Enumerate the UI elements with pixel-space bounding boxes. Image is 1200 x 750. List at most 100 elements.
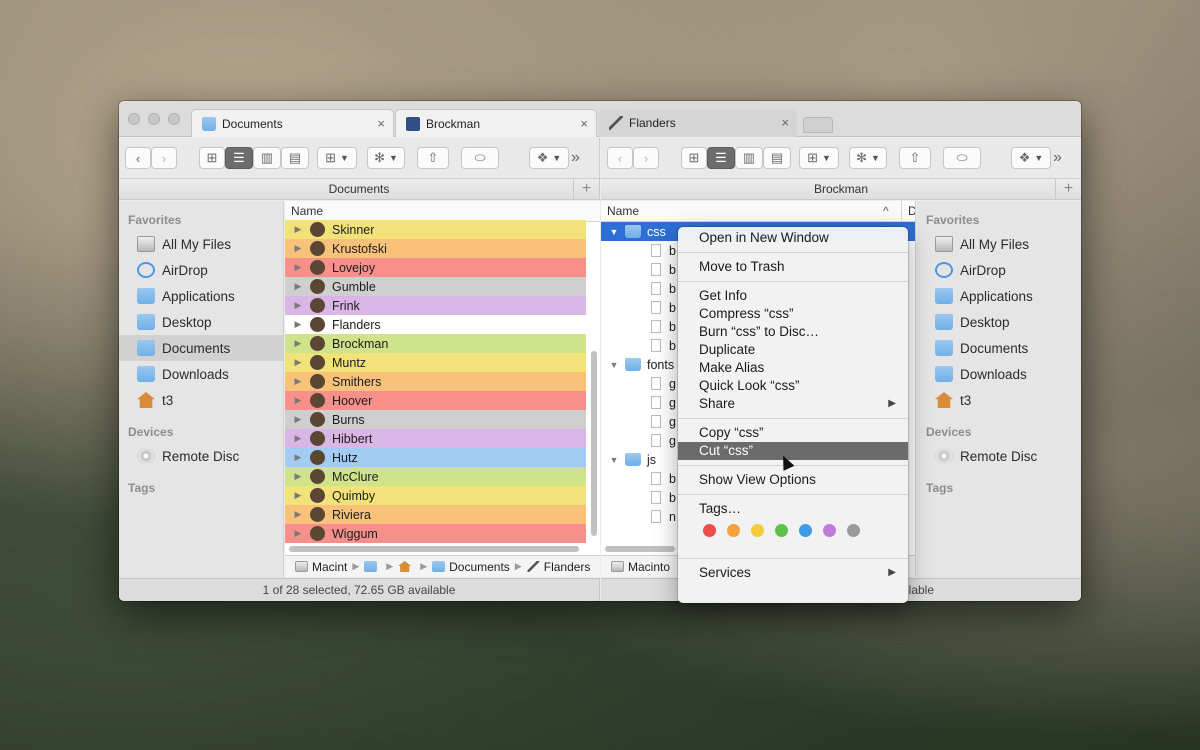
menu-item-open-new-window[interactable]: Open in New Window xyxy=(678,229,908,247)
folder-icon[interactable] xyxy=(364,561,378,572)
add-pane-button[interactable]: + xyxy=(573,179,599,200)
list-item[interactable]: ▶ Hibbert xyxy=(285,429,586,448)
sidebar-item-all-my-files[interactable]: All My Files xyxy=(917,231,1081,257)
sidebar-item-downloads[interactable]: Downloads xyxy=(119,361,283,387)
icon-view-button[interactable]: ⊞ xyxy=(681,147,707,169)
close-tab-icon[interactable]: × xyxy=(580,116,588,131)
disclosure-triangle-icon[interactable]: ▶ xyxy=(291,433,305,444)
sidebar-item-t3[interactable]: t3 xyxy=(119,387,283,413)
list-item[interactable]: ▶ McClure xyxy=(285,467,586,486)
name-column-header[interactable]: Name xyxy=(285,201,600,222)
action-button[interactable]: ✻ ▼ xyxy=(849,147,887,169)
disclosure-triangle-icon[interactable]: ▶ xyxy=(291,338,305,349)
disclosure-triangle-icon[interactable]: ▶ xyxy=(291,243,305,254)
disclosure-triangle-icon[interactable]: ▶ xyxy=(291,471,305,482)
menu-item-services[interactable]: Services ▶ xyxy=(678,564,908,582)
list-item[interactable]: ▶ Lovejoy xyxy=(285,258,586,277)
menu-item-duplicate[interactable]: Duplicate xyxy=(678,341,908,359)
list-view-button[interactable]: ☰ xyxy=(225,147,253,169)
breadcrumb-item[interactable]: Macinto xyxy=(628,560,670,574)
menu-item-burn[interactable]: Burn “css” to Disc… xyxy=(678,323,908,341)
breadcrumb-item[interactable]: Flanders xyxy=(544,560,591,574)
sidebar-item-documents[interactable]: Documents xyxy=(119,335,283,361)
tag-color-dot[interactable] xyxy=(799,523,812,537)
sidebar-item-downloads[interactable]: Downloads xyxy=(917,361,1081,387)
disclosure-triangle-icon[interactable]: ▶ xyxy=(291,414,305,425)
coverflow-view-button[interactable]: ▤ xyxy=(763,147,791,169)
close-window-button[interactable] xyxy=(128,113,140,125)
back-button[interactable]: ‹ xyxy=(607,147,633,169)
tag-button[interactable]: ⬭ xyxy=(943,147,981,169)
sidebar-item-airdrop[interactable]: AirDrop xyxy=(917,257,1081,283)
sidebar-item-remote-disc[interactable]: Remote Disc xyxy=(917,443,1081,469)
disclosure-triangle-icon[interactable]: ▼ xyxy=(607,227,621,237)
arrange-button[interactable]: ⊞ ▼ xyxy=(799,147,839,169)
disclosure-triangle-icon[interactable]: ▶ xyxy=(291,490,305,501)
list-item[interactable]: ▶ Smithers xyxy=(285,372,586,391)
icon-view-button[interactable]: ⊞ xyxy=(199,147,225,169)
sidebar-item-remote-disc[interactable]: Remote Disc xyxy=(119,443,283,469)
sidebar-item-applications[interactable]: Applications xyxy=(119,283,283,309)
list-item[interactable]: ▶ Gumble xyxy=(285,277,586,296)
home-icon[interactable] xyxy=(398,561,412,572)
tab-flanders[interactable]: Flanders × xyxy=(599,109,797,137)
sidebar-item-desktop[interactable]: Desktop xyxy=(119,309,283,335)
menu-item-get-info[interactable]: Get Info xyxy=(678,287,908,305)
menu-item-show-view-options[interactable]: Show View Options xyxy=(678,471,908,489)
list-item[interactable]: ▶ Brockman xyxy=(285,334,586,353)
tab-documents[interactable]: Documents × xyxy=(191,109,394,137)
disclosure-triangle-icon[interactable]: ▶ xyxy=(291,319,305,330)
close-tab-icon[interactable]: × xyxy=(377,116,385,131)
disclosure-triangle-icon[interactable]: ▼ xyxy=(607,455,621,465)
list-item[interactable]: ▶ Krustofski xyxy=(285,239,586,258)
new-tab-button[interactable] xyxy=(803,117,833,133)
list-item[interactable]: ▶ Burns xyxy=(285,410,586,429)
action-button[interactable]: ✻ ▼ xyxy=(367,147,405,169)
disclosure-triangle-icon[interactable]: ▶ xyxy=(291,395,305,406)
list-item[interactable]: ▶ Hoover xyxy=(285,391,586,410)
disclosure-triangle-icon[interactable]: ▶ xyxy=(291,509,305,520)
menu-item-share[interactable]: Share ▶ xyxy=(678,395,908,413)
disclosure-triangle-icon[interactable]: ▶ xyxy=(291,300,305,311)
menu-item-make-alias[interactable]: Make Alias xyxy=(678,359,908,377)
horizontal-scrollbar[interactable] xyxy=(289,546,579,552)
breadcrumb-item[interactable]: Macint xyxy=(312,560,347,574)
vertical-scrollbar[interactable] xyxy=(591,351,597,536)
sidebar-item-t3[interactable]: t3 xyxy=(917,387,1081,413)
share-button[interactable]: ⇧ xyxy=(417,147,449,169)
disclosure-triangle-icon[interactable]: ▶ xyxy=(291,357,305,368)
breadcrumb-item[interactable]: Documents xyxy=(449,560,510,574)
tag-color-dot[interactable] xyxy=(703,523,716,537)
name-column-header[interactable]: Name ^ D xyxy=(601,201,915,222)
tag-color-dot[interactable] xyxy=(751,523,764,537)
disclosure-triangle-icon[interactable]: ▶ xyxy=(291,262,305,273)
tag-color-dot[interactable] xyxy=(847,523,860,537)
forward-button[interactable]: › xyxy=(151,147,177,169)
back-button[interactable]: ‹ xyxy=(125,147,151,169)
menu-item-tags[interactable]: Tags… xyxy=(678,500,908,518)
list-item[interactable]: ▶ Hutz xyxy=(285,448,586,467)
sidebar-item-documents[interactable]: Documents xyxy=(917,335,1081,361)
column-view-button[interactable]: ▥ xyxy=(253,147,281,169)
list-item[interactable]: ▶ Skinner xyxy=(285,220,586,239)
disclosure-triangle-icon[interactable]: ▶ xyxy=(291,452,305,463)
column-view-button[interactable]: ▥ xyxy=(735,147,763,169)
share-button[interactable]: ⇧ xyxy=(899,147,931,169)
disclosure-triangle-icon[interactable]: ▶ xyxy=(291,528,305,539)
sidebar-item-desktop[interactable]: Desktop xyxy=(917,309,1081,335)
disclosure-triangle-icon[interactable]: ▶ xyxy=(291,281,305,292)
menu-item-quick-look[interactable]: Quick Look “css” xyxy=(678,377,908,395)
tag-color-dot[interactable] xyxy=(823,523,836,537)
zoom-window-button[interactable] xyxy=(168,113,180,125)
more-toolbar-icon[interactable]: » xyxy=(1053,149,1062,167)
menu-item-move-to-trash[interactable]: Move to Trash xyxy=(678,258,908,276)
disclosure-triangle-icon[interactable]: ▼ xyxy=(607,360,621,370)
tag-button[interactable]: ⬭ xyxy=(461,147,499,169)
list-item[interactable]: ▶ Riviera xyxy=(285,505,586,524)
list-item[interactable]: ▶ Flanders xyxy=(285,315,586,334)
close-tab-icon[interactable]: × xyxy=(781,115,789,130)
sidebar-item-airdrop[interactable]: AirDrop xyxy=(119,257,283,283)
add-pane-button[interactable]: + xyxy=(1055,179,1081,200)
forward-button[interactable]: › xyxy=(633,147,659,169)
dropbox-button[interactable]: ❖ ▼ xyxy=(529,147,569,169)
